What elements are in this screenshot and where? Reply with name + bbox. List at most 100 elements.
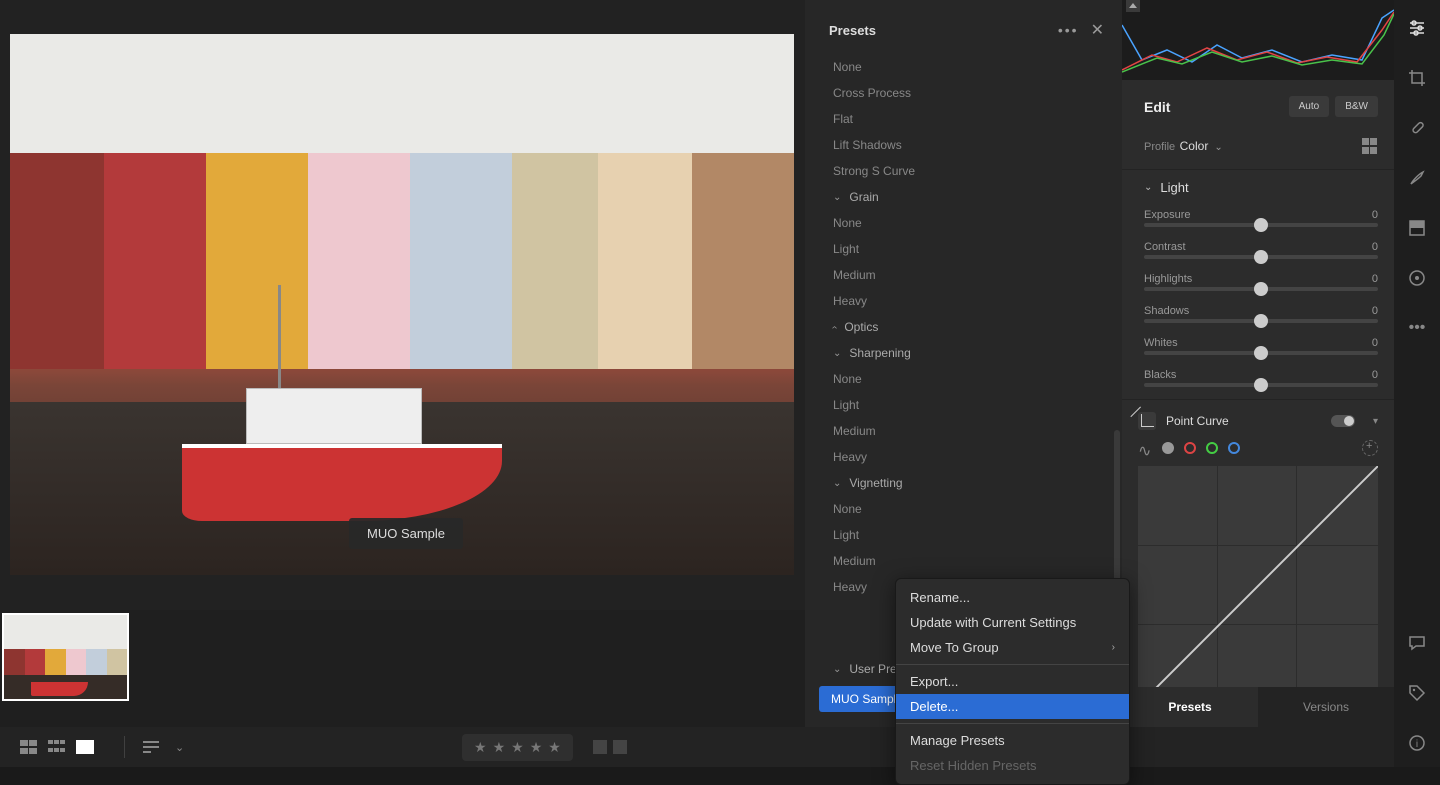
star-1-icon[interactable]: ★ bbox=[474, 739, 487, 756]
healing-icon[interactable] bbox=[1407, 118, 1427, 138]
chevron-right-icon: › bbox=[1112, 642, 1115, 653]
edit-sliders-icon[interactable] bbox=[1407, 18, 1427, 38]
slider-blacks[interactable] bbox=[1144, 383, 1378, 387]
slider-value: 0 bbox=[1372, 241, 1378, 253]
ctx-delete[interactable]: Delete... bbox=[896, 694, 1129, 719]
radial-gradient-icon[interactable] bbox=[1407, 268, 1427, 288]
sort-icon[interactable] bbox=[143, 741, 161, 753]
histogram[interactable] bbox=[1122, 0, 1394, 80]
crop-icon[interactable] bbox=[1407, 68, 1427, 88]
keywords-icon[interactable] bbox=[1407, 683, 1427, 703]
preset-item[interactable]: Cross Process bbox=[805, 80, 1122, 106]
ctx-export[interactable]: Export... bbox=[896, 669, 1129, 694]
slider-label: Highlights bbox=[1144, 273, 1192, 285]
preset-item[interactable]: Heavy bbox=[805, 288, 1122, 314]
ctx-rename[interactable]: Rename... bbox=[896, 585, 1129, 610]
presets-more-icon[interactable]: ••• bbox=[1058, 22, 1079, 38]
slider-thumb[interactable] bbox=[1254, 346, 1268, 360]
profile-browser-icon[interactable] bbox=[1362, 138, 1378, 154]
auto-button[interactable]: Auto bbox=[1289, 96, 1330, 117]
chevron-down-icon: ⌄ bbox=[1144, 182, 1152, 193]
slider-highlights[interactable] bbox=[1144, 287, 1378, 291]
slider-thumb[interactable] bbox=[1254, 282, 1268, 296]
edit-title: Edit bbox=[1144, 99, 1170, 115]
slider-value: 0 bbox=[1372, 369, 1378, 381]
context-menu: Rename... Update with Current Settings M… bbox=[895, 578, 1130, 785]
tab-presets[interactable]: Presets bbox=[1122, 687, 1258, 727]
view-grid-small-icon[interactable] bbox=[48, 740, 66, 754]
rating-stars[interactable]: ★ ★ ★ ★ ★ bbox=[462, 734, 573, 761]
ctx-reset: Reset Hidden Presets bbox=[896, 753, 1129, 778]
flag-pick-icon[interactable] bbox=[593, 740, 607, 754]
slider-exposure[interactable] bbox=[1144, 223, 1378, 227]
profile-label: Profile bbox=[1144, 141, 1175, 153]
preset-group-sharpening[interactable]: ⌄Sharpening bbox=[805, 340, 1122, 366]
preset-item[interactable]: Strong S Curve bbox=[805, 158, 1122, 184]
slider-value: 0 bbox=[1372, 305, 1378, 317]
preset-item[interactable]: None bbox=[805, 366, 1122, 392]
photo-canvas[interactable] bbox=[10, 34, 794, 575]
thumbnail-selected[interactable] bbox=[2, 613, 129, 701]
channel-green-icon[interactable] bbox=[1206, 442, 1218, 454]
preset-group-optics[interactable]: ›Optics bbox=[805, 314, 1122, 340]
sort-dropdown-icon[interactable]: ⌄ bbox=[175, 741, 184, 754]
preset-item[interactable]: Lift Shadows bbox=[805, 132, 1122, 158]
preset-item[interactable]: Medium bbox=[805, 548, 1122, 574]
star-2-icon[interactable]: ★ bbox=[493, 739, 506, 756]
svg-text:i: i bbox=[1416, 739, 1418, 750]
slider-whites[interactable] bbox=[1144, 351, 1378, 355]
preset-item[interactable]: Light bbox=[805, 392, 1122, 418]
slider-contrast[interactable] bbox=[1144, 255, 1378, 259]
view-grid-large-icon[interactable] bbox=[20, 740, 38, 754]
expand-icon[interactable]: ▾ bbox=[1373, 416, 1378, 427]
bw-button[interactable]: B&W bbox=[1335, 96, 1378, 117]
preset-item[interactable]: Heavy bbox=[805, 444, 1122, 470]
channel-luma-icon[interactable] bbox=[1162, 442, 1174, 454]
slider-label: Whites bbox=[1144, 337, 1178, 349]
linear-gradient-icon[interactable] bbox=[1407, 218, 1427, 238]
slider-thumb[interactable] bbox=[1254, 218, 1268, 232]
light-section-header[interactable]: ⌄Light bbox=[1144, 180, 1378, 195]
info-icon[interactable]: i bbox=[1407, 733, 1427, 753]
tone-curve[interactable] bbox=[1138, 466, 1378, 706]
slider-thumb[interactable] bbox=[1254, 250, 1268, 264]
more-icon[interactable]: ••• bbox=[1407, 318, 1427, 338]
preset-item[interactable]: Flat bbox=[805, 106, 1122, 132]
flag-reject-icon[interactable] bbox=[613, 740, 627, 754]
ctx-update[interactable]: Update with Current Settings bbox=[896, 610, 1129, 635]
preset-item[interactable]: Light bbox=[805, 236, 1122, 262]
slider-thumb[interactable] bbox=[1254, 378, 1268, 392]
curve-icon bbox=[1138, 412, 1156, 430]
preset-item[interactable]: Medium bbox=[805, 418, 1122, 444]
target-adjust-icon[interactable] bbox=[1362, 440, 1378, 456]
comments-icon[interactable] bbox=[1407, 633, 1427, 653]
chevron-down-icon: ⌄ bbox=[833, 348, 841, 359]
tab-versions[interactable]: Versions bbox=[1258, 687, 1394, 727]
brush-icon[interactable] bbox=[1407, 168, 1427, 188]
presets-close-icon[interactable]: ✕ bbox=[1091, 20, 1104, 40]
slider-shadows[interactable] bbox=[1144, 319, 1378, 323]
preset-group-grain[interactable]: ⌄Grain bbox=[805, 184, 1122, 210]
preset-item[interactable]: None bbox=[805, 496, 1122, 522]
channel-red-icon[interactable] bbox=[1184, 442, 1196, 454]
right-tool-rail: ••• i bbox=[1394, 0, 1440, 767]
star-5-icon[interactable]: ★ bbox=[548, 739, 561, 756]
ctx-manage[interactable]: Manage Presets bbox=[896, 728, 1129, 753]
slider-thumb[interactable] bbox=[1254, 314, 1268, 328]
profile-dropdown[interactable]: Color⌄ bbox=[1180, 139, 1223, 153]
preset-group-vignetting[interactable]: ⌄Vignetting bbox=[805, 470, 1122, 496]
channel-blue-icon[interactable] bbox=[1228, 442, 1240, 454]
point-curve-label: Point Curve bbox=[1166, 414, 1229, 428]
preset-item[interactable]: Medium bbox=[805, 262, 1122, 288]
ctx-move[interactable]: Move To Group› bbox=[896, 635, 1129, 660]
point-curve-toggle[interactable] bbox=[1331, 415, 1355, 427]
separator bbox=[896, 723, 1129, 724]
star-4-icon[interactable]: ★ bbox=[530, 739, 543, 756]
view-single-icon[interactable] bbox=[76, 740, 94, 754]
star-3-icon[interactable]: ★ bbox=[511, 739, 524, 756]
preset-preview-label: MUO Sample bbox=[349, 518, 463, 549]
preset-item[interactable]: Light bbox=[805, 522, 1122, 548]
preset-item[interactable]: None bbox=[805, 210, 1122, 236]
preset-item[interactable]: None bbox=[805, 54, 1122, 80]
parametric-icon[interactable]: ∿ bbox=[1138, 441, 1152, 455]
